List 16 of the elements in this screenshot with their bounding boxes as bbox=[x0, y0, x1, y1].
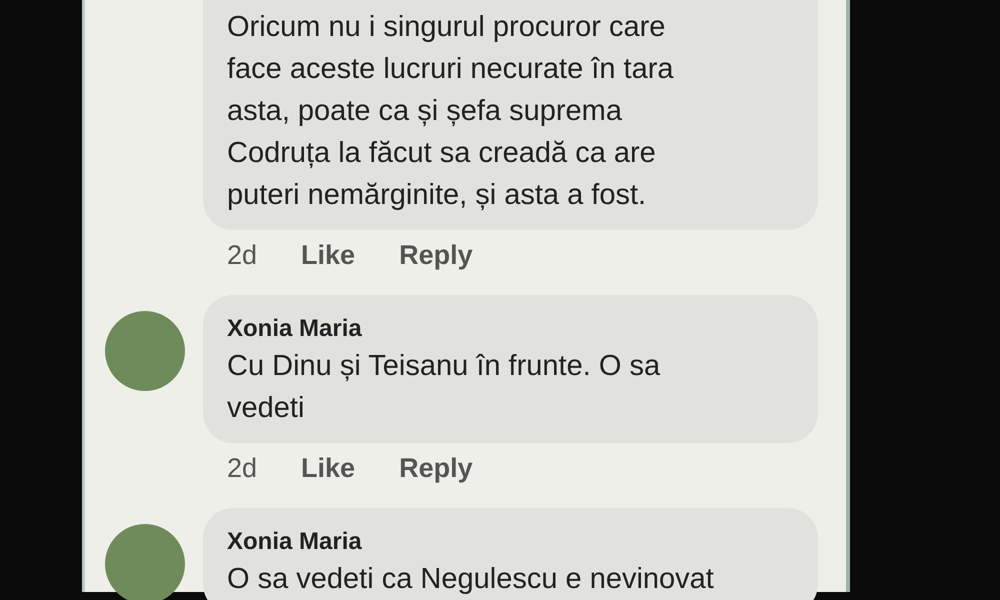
reply-link[interactable]: Reply bbox=[399, 453, 473, 484]
like-link[interactable]: Like bbox=[301, 240, 356, 271]
comment-text-line: asta, poate ca și șefa suprema bbox=[227, 94, 623, 129]
reply-link[interactable]: Reply bbox=[399, 240, 473, 271]
comment-text-line: Codruța la făcut sa creadă ca are bbox=[227, 136, 657, 171]
comment-text-line: vedeti bbox=[227, 391, 306, 426]
like-link[interactable]: Like bbox=[301, 453, 356, 484]
author-name[interactable]: Xonia Maria bbox=[227, 526, 794, 558]
comment-text-line: O sa vedeti ca Negulescu e nevinovat bbox=[227, 562, 715, 597]
comment-time: 2d bbox=[227, 453, 258, 484]
comment-text-line: puteri nemărginite, și asta a fost. bbox=[227, 178, 648, 213]
comment-time: 2d bbox=[227, 240, 258, 271]
author-name[interactable]: Xonia Maria bbox=[227, 313, 794, 345]
comment-text-line: face aceste lucruri necurate în tara bbox=[227, 52, 675, 87]
comment-text-line: Oricum nu i singurul procuror care bbox=[227, 10, 666, 45]
comment-text-line: Cu Dinu și Teisanu în frunte. O sa bbox=[227, 349, 662, 384]
